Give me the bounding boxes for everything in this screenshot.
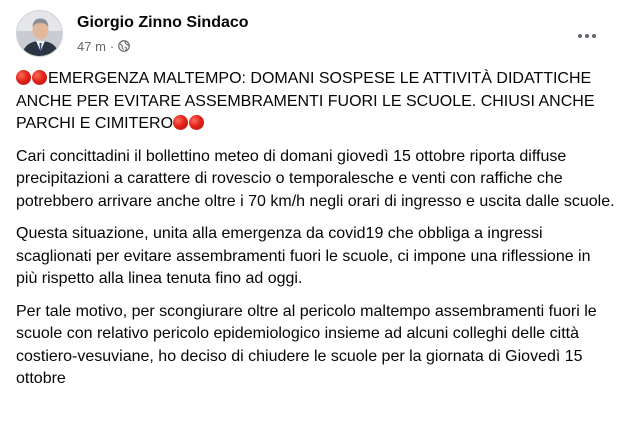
red-circle-emoji xyxy=(173,115,189,130)
facebook-post: Giorgio Zinno Sindaco 47 m · EMERGENZA M… xyxy=(0,0,621,441)
post-timestamp[interactable]: 47 m xyxy=(77,39,106,54)
red-circle-emoji xyxy=(16,70,31,85)
globe-icon[interactable] xyxy=(118,40,131,52)
post-headline: EMERGENZA MALTEMPO: DOMANI SOSPESE LE AT… xyxy=(16,68,616,136)
post-paragraph: Questa situazione, unita alla emergenza … xyxy=(16,225,591,287)
more-options-button[interactable] xyxy=(569,18,605,54)
avatar-photo xyxy=(17,11,62,56)
red-circle-emoji xyxy=(32,70,47,85)
post-meta: 47 m · xyxy=(77,37,131,55)
post-content: EMERGENZA MALTEMPO: DOMANI SOSPESE LE AT… xyxy=(16,68,616,401)
meta-separator: · xyxy=(109,38,115,54)
author-avatar[interactable] xyxy=(16,10,63,57)
post-paragraph: Per tale motivo, per scongiurare oltre a… xyxy=(16,302,597,388)
headline-text: EMERGENZA MALTEMPO: DOMANI SOSPESE LE AT… xyxy=(16,70,595,132)
more-options-icon xyxy=(578,34,596,38)
post-header: Giorgio Zinno Sindaco 47 m · xyxy=(16,10,605,60)
red-circle-emoji xyxy=(189,115,205,130)
post-paragraph: Cari concittadini il bollettino meteo di… xyxy=(16,147,615,210)
author-name[interactable]: Giorgio Zinno Sindaco xyxy=(77,13,249,33)
